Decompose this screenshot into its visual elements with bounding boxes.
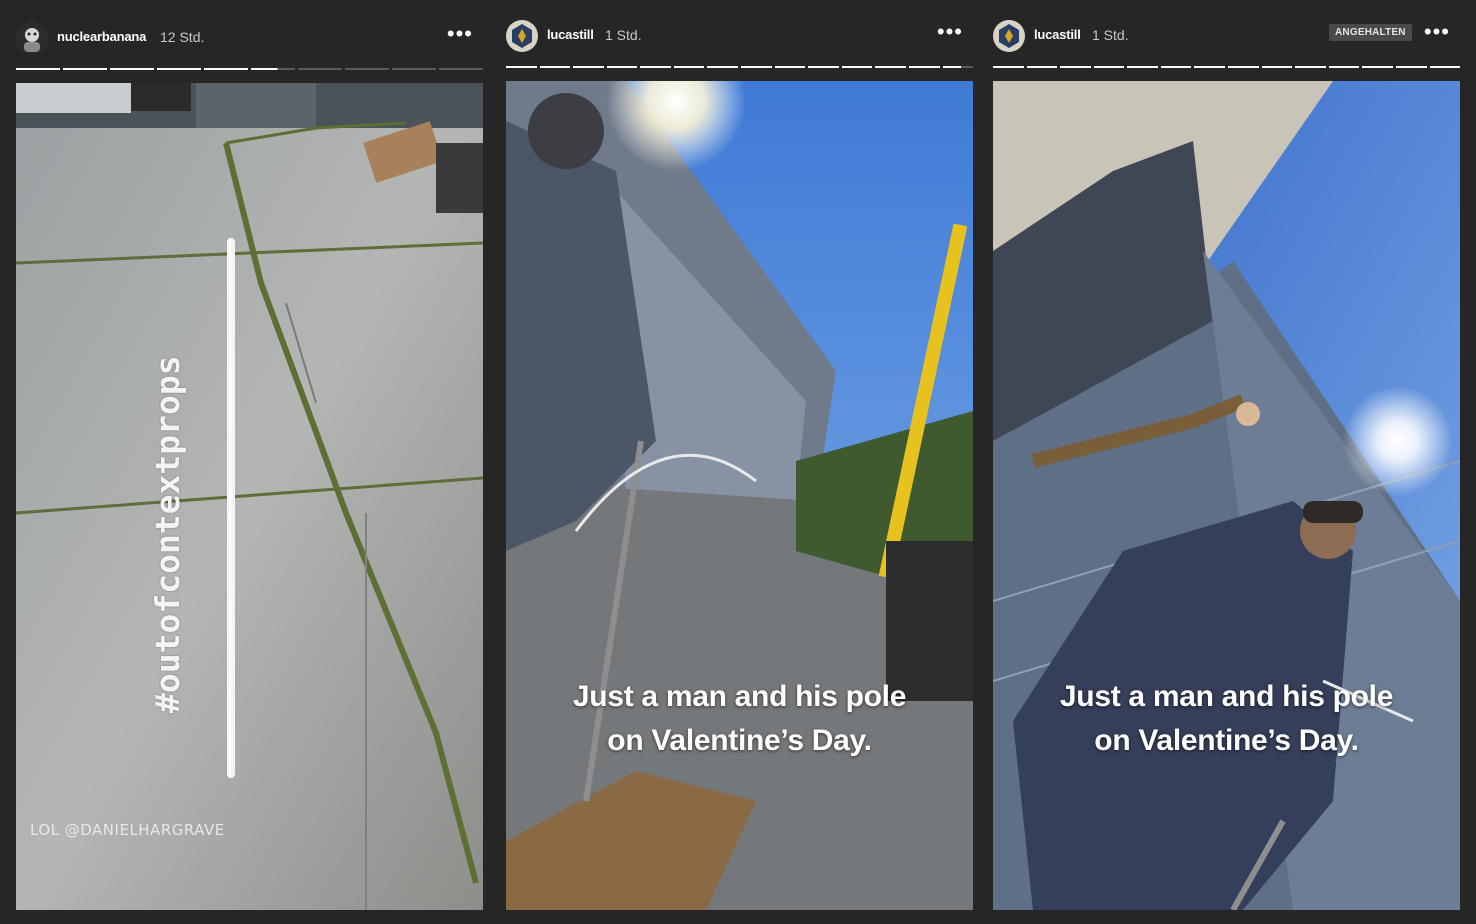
- progress-segment: [993, 66, 1024, 68]
- story-progress-bar: [993, 66, 1461, 69]
- progress-segment: [875, 66, 906, 68]
- progress-segment: [204, 68, 248, 70]
- progress-segment: [1328, 66, 1360, 68]
- timestamp: 1 Std.: [1092, 27, 1129, 43]
- story-caption: Just a man and his pole on Valentine’s D…: [993, 675, 1460, 763]
- username[interactable]: lucastill: [547, 27, 594, 42]
- progress-segment: [1160, 66, 1192, 68]
- avatar-image-icon: [993, 20, 1025, 52]
- story-progress-bar: [16, 68, 483, 71]
- story-media[interactable]: Just a man and his pole on Valentine’s D…: [506, 81, 973, 910]
- story-header: nuclearbanana 12 Std. •••: [16, 22, 483, 56]
- avatar-image-icon: [506, 20, 538, 52]
- progress-segment: [439, 68, 483, 70]
- more-options-icon[interactable]: •••: [937, 21, 963, 43]
- progress-segment: [110, 68, 154, 70]
- progress-segment: [539, 66, 571, 68]
- story-header: lucastill 1 Std. ANGEHALTEN •••: [993, 20, 1460, 54]
- progress-segment: [707, 66, 739, 68]
- progress-segment: [1228, 66, 1259, 68]
- caption-line-2: on Valentine’s Day.: [1094, 724, 1359, 757]
- story-header: lucastill 1 Std. •••: [506, 20, 973, 54]
- progress-segment: [1060, 66, 1091, 68]
- avatar[interactable]: [16, 22, 48, 54]
- progress-segment: [606, 66, 638, 68]
- progress-segment: [506, 66, 537, 68]
- progress-segment: [1093, 66, 1125, 68]
- progress-segment: [808, 66, 839, 68]
- progress-segment: [157, 68, 201, 70]
- story-media[interactable]: Just a man and his pole on Valentine’s D…: [993, 81, 1460, 910]
- progress-segment: [841, 66, 873, 68]
- story-photo: [506, 81, 973, 910]
- progress-segment: [1127, 66, 1158, 68]
- progress-segment: [63, 68, 107, 70]
- progress-segment: [1395, 66, 1427, 68]
- progress-segment: [908, 66, 940, 68]
- progress-segment: [673, 66, 705, 68]
- progress-segment: [774, 66, 806, 68]
- progress-segment: [16, 68, 60, 70]
- progress-segment: [640, 66, 671, 68]
- story-progress-bar: [506, 66, 974, 69]
- progress-segment: [1362, 66, 1393, 68]
- more-options-icon[interactable]: •••: [1424, 21, 1450, 43]
- paused-badge: ANGEHALTEN: [1329, 24, 1412, 41]
- avatar[interactable]: [506, 20, 538, 52]
- progress-segment: [573, 66, 604, 68]
- avatar-image-icon: [16, 22, 48, 54]
- progress-segment: [1295, 66, 1326, 68]
- story-photo: [16, 83, 483, 910]
- progress-segment: [1261, 66, 1293, 68]
- username[interactable]: lucastill: [1034, 27, 1081, 42]
- story-caption: Just a man and his pole on Valentine’s D…: [506, 675, 973, 763]
- progress-segment: [1026, 66, 1058, 68]
- progress-segment: [298, 68, 342, 70]
- caption-line-2: on Valentine’s Day.: [607, 724, 872, 757]
- story-photo: [993, 81, 1460, 910]
- timestamp: 12 Std.: [160, 29, 205, 45]
- username[interactable]: nuclearbanana: [57, 29, 146, 44]
- hashtag-sticker[interactable]: #outofcontextprops: [148, 355, 187, 713]
- progress-segment: [345, 68, 389, 70]
- progress-segment: [1429, 66, 1461, 68]
- caption-line-1: Just a man and his pole: [1059, 680, 1394, 713]
- progress-segment: [251, 68, 295, 70]
- progress-segment: [1194, 66, 1226, 68]
- mention-sticker[interactable]: LOL @DANIELHARGRAVE: [30, 821, 225, 839]
- avatar[interactable]: [993, 20, 1025, 52]
- more-options-icon[interactable]: •••: [447, 23, 473, 45]
- caption-line-1: Just a man and his pole: [572, 680, 907, 713]
- progress-segment: [942, 66, 974, 68]
- progress-segment: [741, 66, 772, 68]
- progress-segment: [392, 68, 436, 70]
- story-media[interactable]: #outofcontextprops LOL @DANIELHARGRAVE: [16, 83, 483, 910]
- timestamp: 1 Std.: [605, 27, 642, 43]
